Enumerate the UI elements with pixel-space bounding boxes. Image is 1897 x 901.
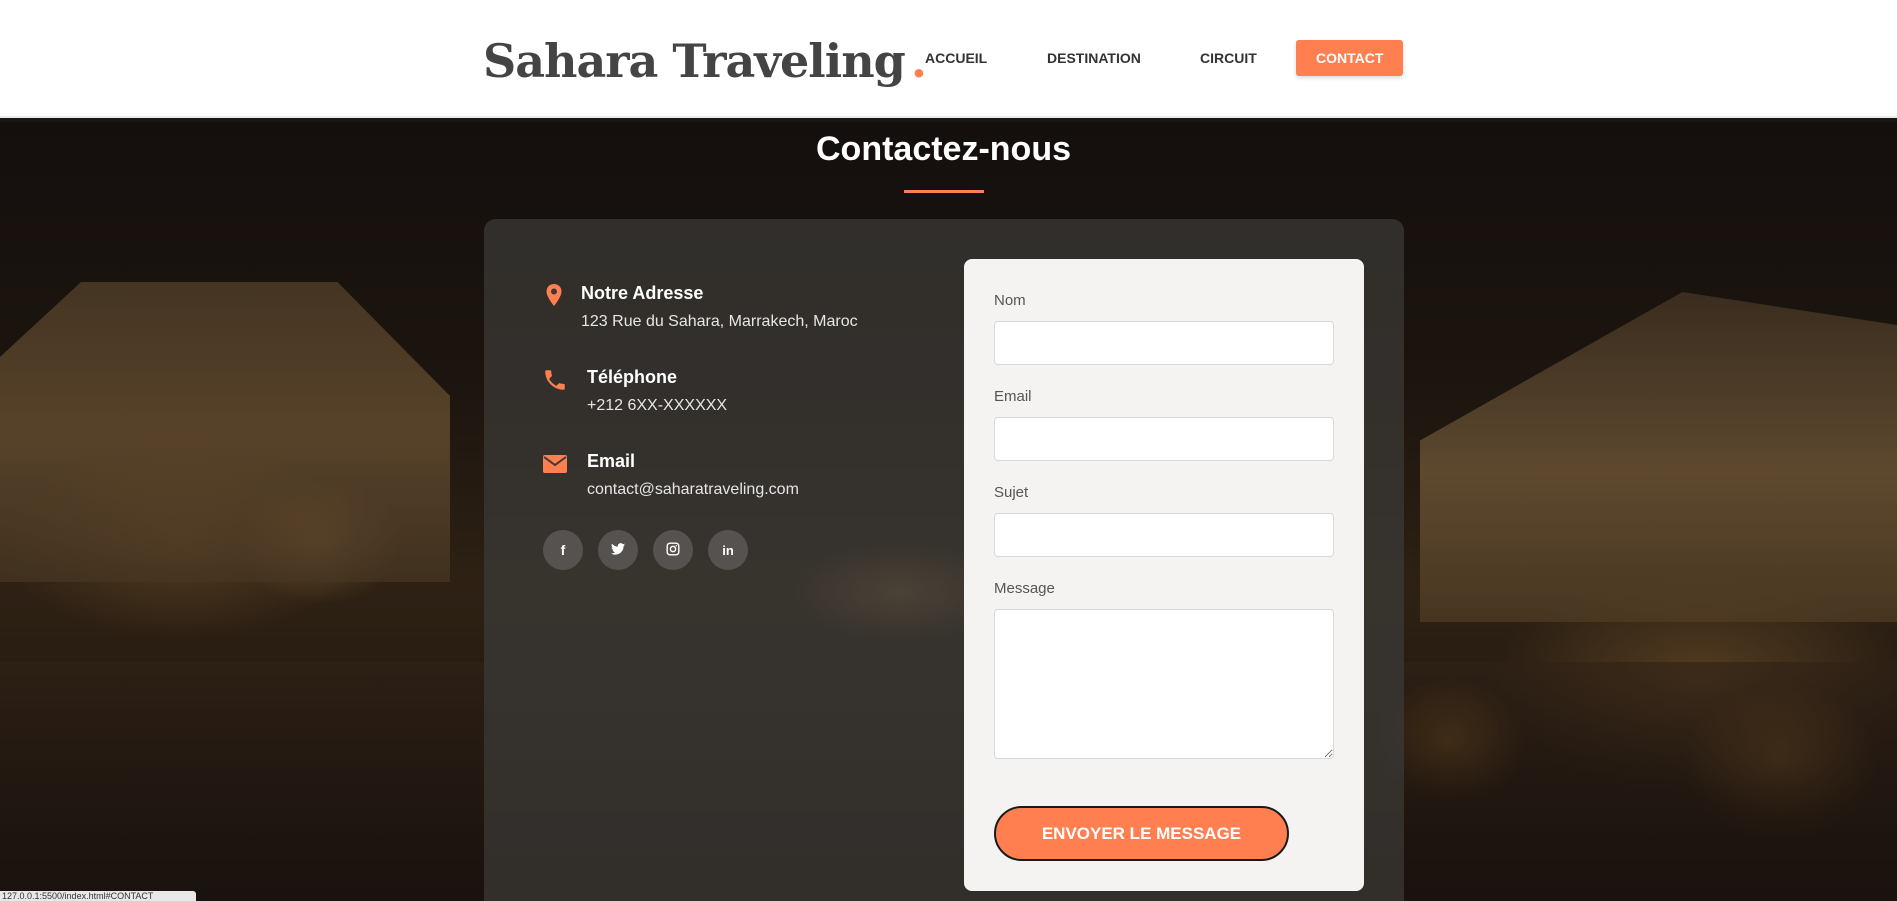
subject-label: Sujet xyxy=(994,484,1029,501)
email-label: Email xyxy=(587,451,636,471)
linkedin-link[interactable]: in xyxy=(708,530,748,570)
subject-input[interactable] xyxy=(994,513,1334,557)
logo-text: Sahara Traveling xyxy=(483,34,906,88)
map-marker-icon xyxy=(542,283,566,307)
twitter-link[interactable] xyxy=(598,530,638,570)
twitter-icon xyxy=(611,542,625,558)
browser-status-bar: 127.0.0.1:5500/index.html#CONTACT xyxy=(0,891,196,901)
nav-circuit[interactable]: CIRCUIT xyxy=(1200,40,1257,76)
message-label: Message xyxy=(994,580,1055,597)
address-value: 123 Rue du Sahara, Marrakech, Maroc xyxy=(581,313,858,330)
facebook-icon: f xyxy=(560,542,566,558)
email-field-label: Email xyxy=(994,388,1032,405)
email-input[interactable] xyxy=(994,417,1334,461)
phone-icon xyxy=(542,367,566,391)
nav-accueil[interactable]: ACCUEIL xyxy=(925,40,987,76)
nav-contact[interactable]: CONTACT xyxy=(1296,40,1404,76)
section-title: Contactez-nous xyxy=(816,130,1071,168)
site-logo[interactable]: Sahara Traveling. xyxy=(483,34,927,88)
message-textarea[interactable] xyxy=(994,609,1334,759)
site-header: Sahara Traveling. ACCUEIL DESTINATION CI… xyxy=(0,0,1897,118)
linkedin-icon: in xyxy=(722,542,734,558)
name-input[interactable] xyxy=(994,321,1334,365)
phone-value: +212 6XX-XXXXXX xyxy=(587,397,728,414)
name-label: Nom xyxy=(994,292,1026,309)
instagram-link[interactable] xyxy=(653,530,693,570)
logo-dot: . xyxy=(910,34,927,88)
title-underline xyxy=(904,190,984,193)
contact-form: Nom Email Sujet Message ENVOYER LE MESSA… xyxy=(964,259,1364,891)
submit-button[interactable]: ENVOYER LE MESSAGE xyxy=(994,806,1289,861)
address-label: Notre Adresse xyxy=(581,283,704,303)
envelope-icon xyxy=(542,453,567,477)
email-value: contact@saharatraveling.com xyxy=(587,481,799,498)
instagram-icon xyxy=(666,541,680,559)
nav-destination[interactable]: DESTINATION xyxy=(1047,40,1141,76)
phone-label: Téléphone xyxy=(587,367,678,387)
facebook-link[interactable]: f xyxy=(543,530,583,570)
